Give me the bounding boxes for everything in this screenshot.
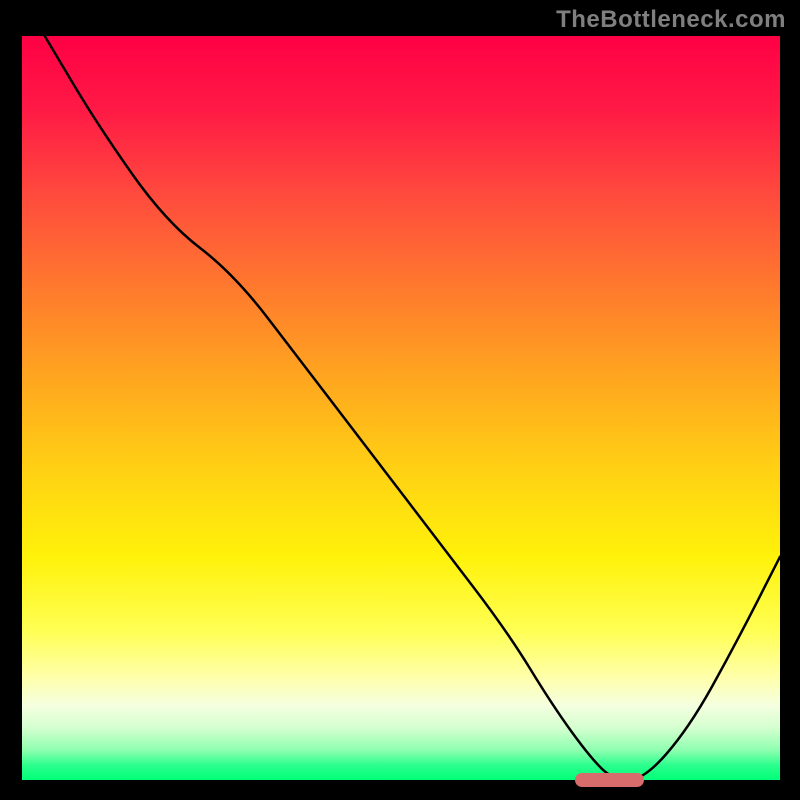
watermark-text: TheBottleneck.com — [556, 6, 786, 34]
optimal-marker — [575, 773, 643, 787]
chart-frame: TheBottleneck.com — [0, 0, 800, 800]
plot-area — [22, 36, 780, 780]
bottleneck-curve — [22, 36, 780, 780]
